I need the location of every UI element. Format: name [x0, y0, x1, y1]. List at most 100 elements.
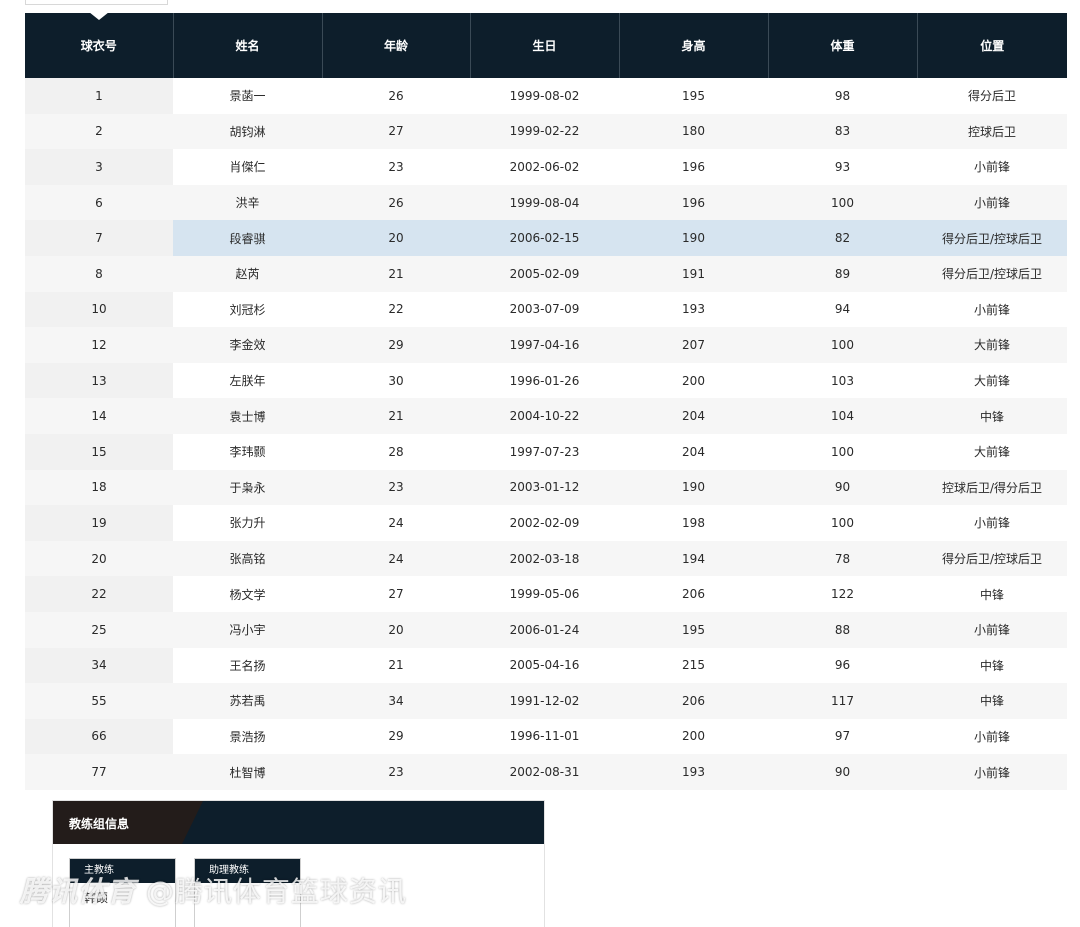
cell-weight: 100 [768, 184, 917, 221]
cell-name: 杨文学 [173, 576, 322, 612]
cell-number: 34 [25, 647, 173, 684]
cell-age: 27 [322, 576, 470, 612]
cell-number: 66 [25, 718, 173, 755]
cell-birthday: 1999-08-02 [470, 78, 619, 114]
cell-name: 杜智博 [173, 754, 322, 790]
cell-age: 22 [322, 291, 470, 328]
table-row[interactable]: 15 李玮颢 28 1997-07-23 204 100 大前锋 [25, 433, 1067, 470]
cell-name: 李玮颢 [173, 433, 322, 470]
cell-weight: 104 [768, 398, 917, 434]
column-header-weight[interactable]: 体重 [768, 13, 918, 78]
cell-weight: 100 [768, 433, 917, 470]
table-row[interactable]: 8 赵芮 21 2005-02-09 191 89 得分后卫/控球后卫 [25, 255, 1067, 292]
cell-age: 23 [322, 754, 470, 790]
cell-age: 23 [322, 149, 470, 185]
table-row[interactable]: 66 景浩扬 29 1996-11-01 200 97 小前锋 [25, 718, 1067, 755]
table-row[interactable]: 55 苏若禹 34 1991-12-02 206 117 中锋 [25, 683, 1067, 719]
cell-position: 小前锋 [917, 149, 1067, 185]
cell-height: 180 [619, 113, 768, 150]
table-row[interactable]: 2 胡钧淋 27 1999-02-22 180 83 控球后卫 [25, 113, 1067, 150]
cell-age: 30 [322, 362, 470, 399]
cell-birthday: 2003-01-12 [470, 469, 619, 506]
column-header-height[interactable]: 身高 [619, 13, 769, 78]
cell-age: 20 [322, 611, 470, 648]
table-row[interactable]: 34 王名扬 21 2005-04-16 215 96 中锋 [25, 647, 1067, 684]
cell-height: 204 [619, 398, 768, 434]
cell-birthday: 2002-03-18 [470, 540, 619, 577]
cell-age: 26 [322, 78, 470, 114]
cell-height: 191 [619, 255, 768, 292]
column-header-number[interactable]: 球衣号 [25, 12, 174, 78]
column-header-name[interactable]: 姓名 [173, 13, 323, 78]
column-header-age[interactable]: 年龄 [322, 13, 471, 78]
cell-birthday: 2002-06-02 [470, 149, 619, 185]
roster-page: 球衣号 姓名 年龄 生日 身高 体重 位置 1 景菡一 26 1999-08-02 19… [0, 0, 1080, 927]
cell-weight: 100 [768, 505, 917, 541]
table-row[interactable]: 6 洪辛 26 1999-08-04 196 100 小前锋 [25, 184, 1067, 221]
cell-height: 194 [619, 540, 768, 577]
table-row[interactable]: 22 杨文学 27 1999-05-06 206 122 中锋 [25, 576, 1067, 612]
cell-height: 207 [619, 327, 768, 363]
cell-position: 小前锋 [917, 505, 1067, 541]
cell-birthday: 1999-02-22 [470, 113, 619, 150]
cell-name: 于枭永 [173, 469, 322, 506]
cell-weight: 78 [768, 540, 917, 577]
cell-age: 21 [322, 255, 470, 292]
cell-height: 198 [619, 505, 768, 541]
table-row[interactable]: 3 肖傑仁 23 2002-06-02 196 93 小前锋 [25, 149, 1067, 185]
cell-age: 26 [322, 184, 470, 221]
cell-name: 苏若禹 [173, 683, 322, 719]
cell-weight: 82 [768, 220, 917, 256]
cell-weight: 97 [768, 718, 917, 755]
cell-birthday: 2005-04-16 [470, 647, 619, 684]
table-row[interactable]: 12 李金效 29 1997-04-16 207 100 大前锋 [25, 327, 1067, 363]
cell-position: 小前锋 [917, 611, 1067, 648]
table-row[interactable]: 7 段睿骐 20 2006-02-15 190 82 得分后卫/控球后卫 [25, 220, 1067, 256]
column-header-position[interactable]: 位置 [917, 13, 1067, 78]
table-row[interactable]: 14 袁士博 21 2004-10-22 204 104 中锋 [25, 398, 1067, 434]
watermark-brand: 腾讯体育 [20, 875, 137, 908]
cell-name: 左朕年 [173, 362, 322, 399]
table-row[interactable]: 77 杜智博 23 2002-08-31 193 90 小前锋 [25, 754, 1067, 790]
cell-birthday: 1996-11-01 [470, 718, 619, 755]
cell-weight: 103 [768, 362, 917, 399]
cell-height: 196 [619, 149, 768, 185]
cell-weight: 93 [768, 149, 917, 185]
cell-height: 204 [619, 433, 768, 470]
table-row[interactable]: 13 左朕年 30 1996-01-26 200 103 大前锋 [25, 362, 1067, 399]
table-row[interactable]: 1 景菡一 26 1999-08-02 195 98 得分后卫 [25, 78, 1067, 114]
cell-position: 大前锋 [917, 327, 1067, 363]
coach-panel-title: 教练组信息 [69, 817, 130, 831]
cell-height: 200 [619, 718, 768, 755]
table-row[interactable]: 20 张高铭 24 2002-03-18 194 78 得分后卫/控球后卫 [25, 540, 1067, 577]
cell-age: 21 [322, 647, 470, 684]
cell-position: 控球后卫/得分后卫 [917, 469, 1067, 506]
cell-birthday: 2006-02-15 [470, 220, 619, 256]
table-row[interactable]: 19 张力升 24 2002-02-09 198 100 小前锋 [25, 505, 1067, 541]
roster-table-body: 1 景菡一 26 1999-08-02 195 98 得分后卫 2 胡钧淋 27 1999-02-2… [25, 78, 1067, 790]
cell-number: 20 [25, 540, 173, 577]
table-row[interactable]: 25 冯小宇 20 2006-01-24 195 88 小前锋 [25, 611, 1067, 648]
cell-birthday: 1997-07-23 [470, 433, 619, 470]
cell-number: 55 [25, 683, 173, 719]
cell-position: 大前锋 [917, 362, 1067, 399]
cell-weight: 122 [768, 576, 917, 612]
cell-birthday: 2005-02-09 [470, 255, 619, 292]
column-header-birthday[interactable]: 生日 [470, 13, 620, 78]
top-selector-box[interactable] [25, 0, 168, 5]
cell-number: 25 [25, 611, 173, 648]
cell-number: 13 [25, 362, 173, 399]
cell-position: 中锋 [917, 576, 1067, 612]
table-row[interactable]: 18 于枭永 23 2003-01-12 190 90 控球后卫/得分后卫 [25, 469, 1067, 506]
watermark-handle: @腾讯体育篮球资讯 [145, 875, 407, 908]
cell-name: 王名扬 [173, 647, 322, 684]
cell-height: 196 [619, 184, 768, 221]
cell-position: 得分后卫/控球后卫 [917, 255, 1067, 292]
cell-name: 洪辛 [173, 184, 322, 221]
cell-weight: 100 [768, 327, 917, 363]
cell-position: 中锋 [917, 647, 1067, 684]
cell-age: 27 [322, 113, 470, 150]
cell-name: 张高铭 [173, 540, 322, 577]
table-row[interactable]: 10 刘冠杉 22 2003-07-09 193 94 小前锋 [25, 291, 1067, 328]
cell-weight: 98 [768, 78, 917, 114]
